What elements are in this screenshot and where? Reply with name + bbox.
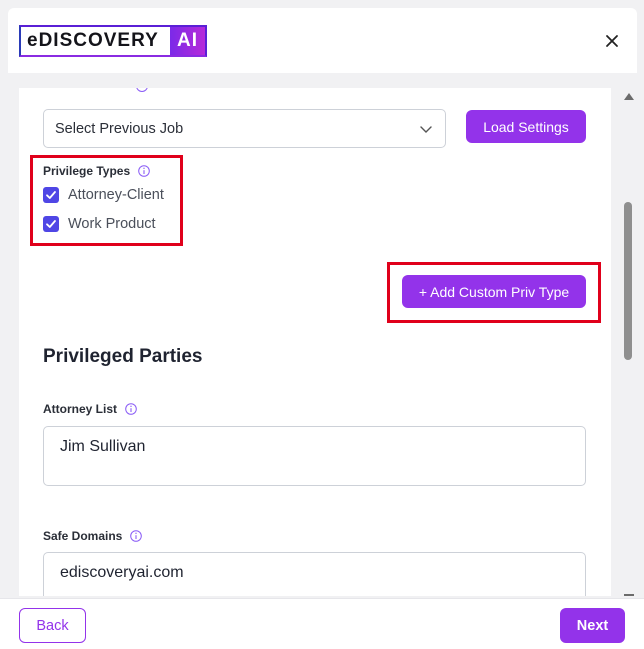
scrollbar-thumb[interactable] <box>624 202 632 360</box>
info-icon <box>136 88 148 92</box>
load-settings-button[interactable]: Load Settings <box>466 110 586 143</box>
settings-panel: Select Previous Job Load Settings Privil… <box>19 88 611 596</box>
close-icon[interactable] <box>603 32 621 50</box>
header: eDISCOVERY AI <box>8 8 637 73</box>
previous-job-select-value: Select Previous Job <box>55 120 184 137</box>
highlight-box-privilege-types <box>30 155 183 246</box>
privileged-parties-title: Privileged Parties <box>43 346 203 367</box>
ediscovery-ai-logo: eDISCOVERY AI <box>19 25 207 57</box>
safe-domains-textarea[interactable]: ediscoveryai.com <box>43 552 586 596</box>
previous-job-select[interactable]: Select Previous Job <box>43 109 446 148</box>
safe-domains-label-row: Safe Domains <box>43 529 143 543</box>
footer: Back Next <box>0 598 644 649</box>
logo-text: eDISCOVERY <box>27 30 159 51</box>
scroll-down-arrow-icon[interactable] <box>624 594 634 596</box>
attorney-list-label-row: Attorney List <box>43 402 137 416</box>
info-icon[interactable] <box>130 530 143 542</box>
logo-ai-badge: AI <box>170 27 205 55</box>
next-button[interactable]: Next <box>560 608 625 643</box>
info-icon[interactable] <box>125 403 137 415</box>
attorney-list-textarea[interactable]: Jim Sullivan <box>43 426 586 486</box>
chevron-down-icon <box>420 126 432 133</box>
safe-domains-label: Safe Domains <box>43 529 123 543</box>
scroll-up-arrow-icon[interactable] <box>624 93 634 100</box>
back-button[interactable]: Back <box>19 608 86 643</box>
highlight-box-add-button <box>387 262 601 323</box>
attorney-list-label: Attorney List <box>43 402 118 416</box>
